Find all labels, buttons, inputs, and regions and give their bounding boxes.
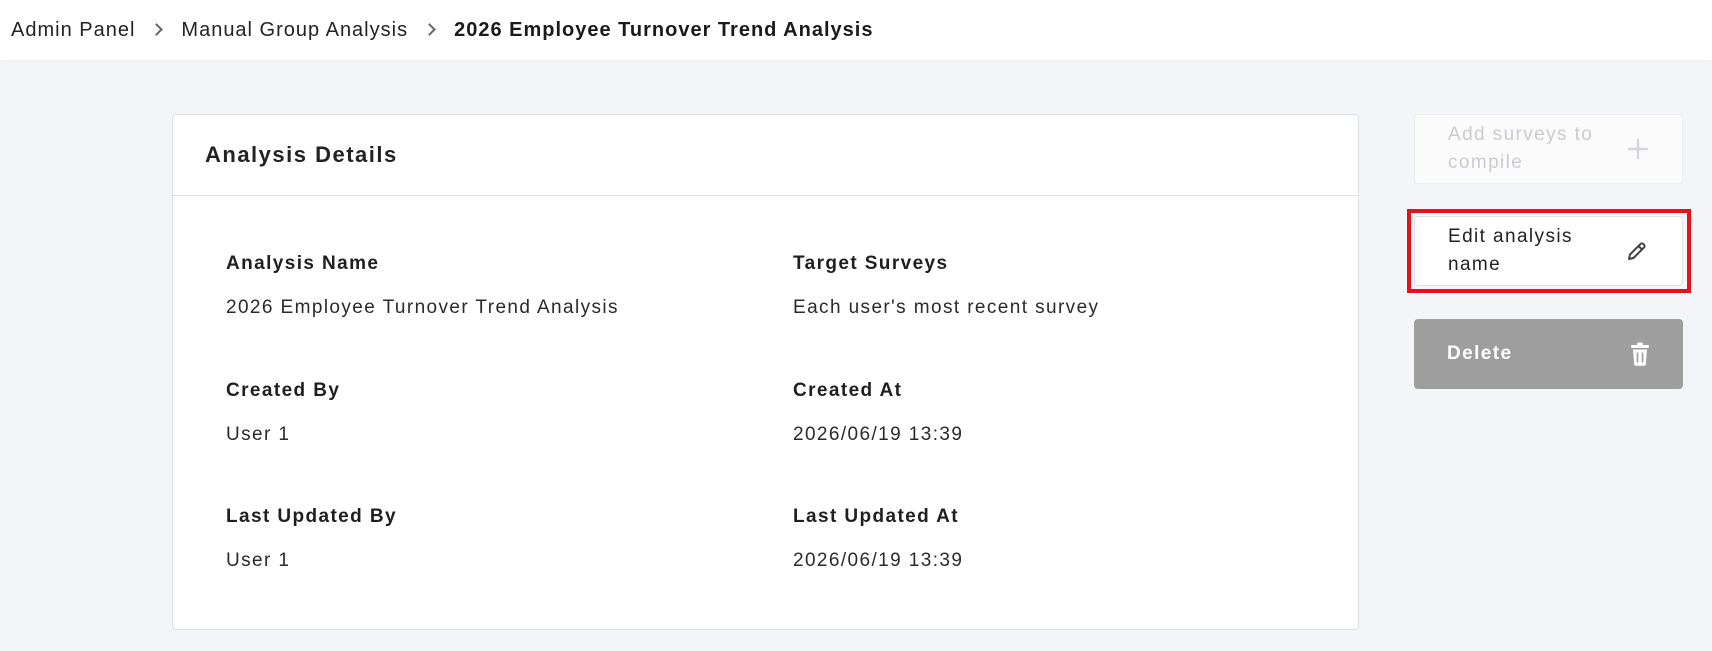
field-label: Target Surveys	[793, 253, 949, 274]
field-value: 2026/06/19 13:39	[793, 424, 964, 445]
top-bar: Admin Panel Manual Group Analysis 2026 E…	[0, 0, 1712, 60]
breadcrumb-manual-group-analysis[interactable]: Manual Group Analysis	[181, 19, 408, 42]
breadcrumb-admin-panel[interactable]: Admin Panel	[11, 19, 135, 42]
card-title: Analysis Details	[173, 115, 1358, 196]
edit-analysis-name-label: Edit analysis name	[1448, 226, 1573, 275]
field-value: User 1	[226, 550, 291, 571]
field-created-by: Created By User 1	[226, 380, 340, 446]
field-label: Last Updated By	[226, 506, 397, 527]
field-value: 2026/06/19 13:39	[793, 550, 964, 571]
add-surveys-button[interactable]: Add surveys to compile	[1414, 114, 1683, 184]
trash-icon	[1630, 342, 1650, 366]
field-analysis-name: Analysis Name 2026 Employee Turnover Tre…	[226, 253, 619, 319]
pencil-icon	[1625, 239, 1649, 263]
add-surveys-label: Add surveys to compile	[1448, 124, 1594, 173]
field-last-updated-by: Last Updated By User 1	[226, 506, 397, 572]
plus-icon	[1627, 138, 1649, 160]
chevron-right-icon	[150, 22, 164, 36]
breadcrumb-current-page: 2026 Employee Turnover Trend Analysis	[454, 18, 874, 41]
field-value: 2026 Employee Turnover Trend Analysis	[226, 297, 619, 318]
breadcrumb: Admin Panel Manual Group Analysis 2026 E…	[11, 19, 873, 42]
field-value: User 1	[226, 424, 291, 445]
field-label: Created At	[793, 380, 903, 401]
field-target-surveys: Target Surveys Each user's most recent s…	[793, 253, 1099, 319]
field-last-updated-at: Last Updated At 2026/06/19 13:39	[793, 506, 963, 572]
field-value: Each user's most recent survey	[793, 297, 1100, 318]
field-created-at: Created At 2026/06/19 13:39	[793, 380, 963, 446]
field-label: Analysis Name	[226, 253, 380, 274]
field-label: Created By	[226, 380, 341, 401]
chevron-right-icon	[423, 22, 436, 36]
delete-button[interactable]: Delete	[1414, 319, 1683, 389]
field-label: Last Updated At	[793, 506, 959, 527]
analysis-details-card: Analysis Details Analysis Name 2026 Empl…	[172, 114, 1359, 630]
edit-analysis-name-button[interactable]: Edit analysis name	[1414, 216, 1683, 286]
delete-label: Delete	[1447, 343, 1513, 364]
